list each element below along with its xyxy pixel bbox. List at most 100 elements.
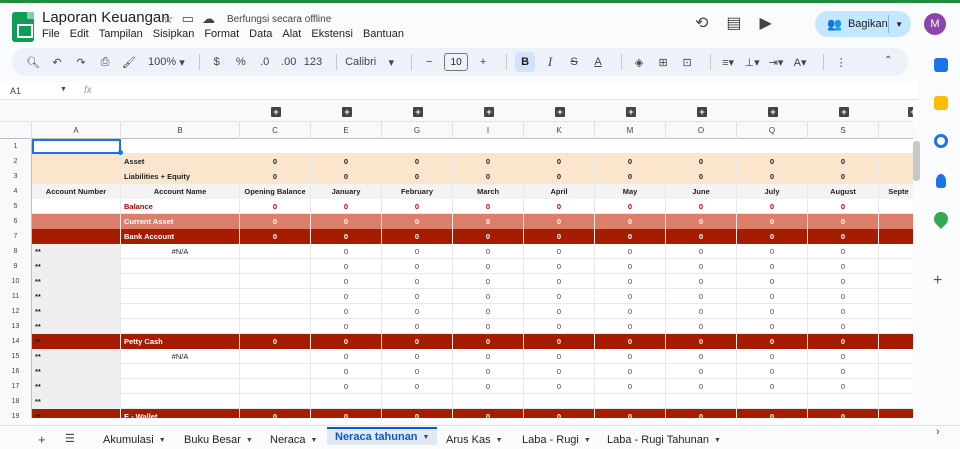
value-cell[interactable]	[737, 394, 808, 409]
value-cell[interactable]: 0	[453, 244, 524, 259]
header-cell[interactable]: May	[595, 184, 666, 199]
value-cell[interactable]: 0	[524, 334, 595, 349]
value-cell[interactable]: 0	[382, 244, 453, 259]
value-cell[interactable]: 0	[311, 304, 382, 319]
spreadsheet-grid[interactable]: + + + + + + + + + + ABCEGIKMOQS 1 2 Asset 0…	[0, 101, 913, 418]
maps-icon[interactable]	[931, 209, 951, 229]
account-number[interactable]: **	[32, 379, 121, 394]
currency-button[interactable]: $	[208, 52, 226, 72]
header-cell[interactable]: April	[524, 184, 595, 199]
share-caret-icon[interactable]: ▼	[895, 20, 903, 29]
text-rotation-icon[interactable]: A▾	[791, 52, 809, 72]
value-cell[interactable]: 0	[311, 319, 382, 334]
group-expand-e-icon[interactable]: +	[342, 107, 352, 117]
value-cell[interactable]: 0	[524, 289, 595, 304]
account-name[interactable]	[121, 394, 240, 409]
value-cell[interactable]: 0	[311, 169, 382, 184]
selection-handle[interactable]	[118, 150, 123, 155]
row-label[interactable]: Current Asset	[121, 214, 240, 229]
column-header-c[interactable]: C	[240, 122, 311, 139]
menu-extensions[interactable]: Ekstensi	[311, 28, 353, 40]
row-number[interactable]: 16	[0, 364, 32, 379]
decrease-decimal-button[interactable]: .0	[256, 52, 274, 72]
value-cell[interactable]: 0	[453, 304, 524, 319]
value-cell[interactable]: 0	[524, 199, 595, 214]
opening-balance[interactable]	[240, 364, 311, 379]
value-cell[interactable]: 0	[666, 214, 737, 229]
value-cell[interactable]: 0	[666, 409, 737, 418]
search-menus-icon[interactable]: 🔍︎	[24, 52, 42, 72]
value-cell[interactable]: 0	[737, 214, 808, 229]
group-expand-g-icon[interactable]: +	[413, 107, 423, 117]
value-cell[interactable]: 0	[595, 259, 666, 274]
history-icon[interactable]: ⟲	[695, 13, 708, 33]
value-cell[interactable]: 0	[311, 214, 382, 229]
value-cell[interactable]: 0	[311, 289, 382, 304]
menu-format[interactable]: Format	[204, 28, 239, 40]
row-label[interactable]: E - Wallet	[121, 409, 240, 418]
value-cell[interactable]: 0	[524, 319, 595, 334]
value-cell[interactable]: 0	[524, 364, 595, 379]
value-cell[interactable]: 0	[382, 259, 453, 274]
value-cell[interactable]: 0	[666, 319, 737, 334]
account-number[interactable]: **	[32, 349, 121, 364]
row-number[interactable]: 1	[0, 139, 32, 154]
undo-icon[interactable]: ↶	[48, 52, 66, 72]
row-number[interactable]: 3	[0, 169, 32, 184]
name-box[interactable]: A1	[10, 86, 21, 96]
menu-tools[interactable]: Alat	[282, 28, 301, 40]
value-cell[interactable]: 0	[240, 169, 311, 184]
print-icon[interactable]: ⎙	[96, 52, 114, 72]
cell[interactable]	[879, 334, 913, 349]
value-cell[interactable]: 0	[311, 334, 382, 349]
account-name[interactable]	[121, 364, 240, 379]
account-number[interactable]: **	[32, 259, 121, 274]
value-cell[interactable]: 0	[311, 199, 382, 214]
column-header-o[interactable]: O	[666, 122, 737, 139]
value-cell[interactable]: 0	[808, 214, 879, 229]
value-cell[interactable]: 0	[737, 289, 808, 304]
value-cell[interactable]: 0	[808, 409, 879, 418]
header-cell[interactable]: January	[311, 184, 382, 199]
cell[interactable]	[879, 154, 913, 169]
cell[interactable]	[879, 214, 913, 229]
value-cell[interactable]: 0	[311, 259, 382, 274]
header-cell[interactable]: Account Number	[32, 184, 121, 199]
opening-balance[interactable]	[240, 244, 311, 259]
merge-cells-icon[interactable]: ⊡	[678, 52, 696, 72]
cell[interactable]	[32, 199, 121, 214]
value-cell[interactable]: 0	[666, 304, 737, 319]
group-expand-k-icon[interactable]: +	[555, 107, 565, 117]
value-cell[interactable]: 0	[595, 334, 666, 349]
sheet-tab-menu-icon[interactable]: ▼	[310, 437, 317, 444]
value-cell[interactable]: 0	[311, 244, 382, 259]
value-cell[interactable]: 0	[311, 349, 382, 364]
value-cell[interactable]: 0	[808, 259, 879, 274]
value-cell[interactable]: 0	[311, 364, 382, 379]
text-wrap-icon[interactable]: ⇥▾	[767, 52, 785, 72]
value-cell[interactable]: 0	[453, 379, 524, 394]
row-number[interactable]: 17	[0, 379, 32, 394]
column-header-k[interactable]: K	[524, 122, 595, 139]
cell[interactable]	[32, 169, 121, 184]
value-cell[interactable]: 0	[737, 229, 808, 244]
value-cell[interactable]: 0	[382, 229, 453, 244]
value-cell[interactable]: 0	[453, 169, 524, 184]
value-cell[interactable]: 0	[666, 379, 737, 394]
value-cell[interactable]: 0	[666, 259, 737, 274]
sheets-logo-icon[interactable]	[12, 12, 34, 42]
value-cell[interactable]: 0	[311, 409, 382, 418]
value-cell[interactable]: 0	[524, 274, 595, 289]
group-expand-u-icon[interactable]: +	[908, 107, 913, 117]
sheet-tab-menu-icon[interactable]: ▼	[246, 437, 253, 444]
redo-icon[interactable]: ↷	[72, 52, 90, 72]
row-label[interactable]: Balance	[121, 199, 240, 214]
value-cell[interactable]: 0	[453, 199, 524, 214]
comment-icon[interactable]: ▤	[726, 13, 741, 33]
value-cell[interactable]: 0	[453, 229, 524, 244]
sheet-tab-menu-icon[interactable]: ▼	[159, 437, 166, 444]
column-header-g[interactable]: G	[382, 122, 453, 139]
account-name[interactable]	[121, 259, 240, 274]
add-addon-icon[interactable]: +	[933, 272, 942, 290]
account-number[interactable]: **	[32, 274, 121, 289]
